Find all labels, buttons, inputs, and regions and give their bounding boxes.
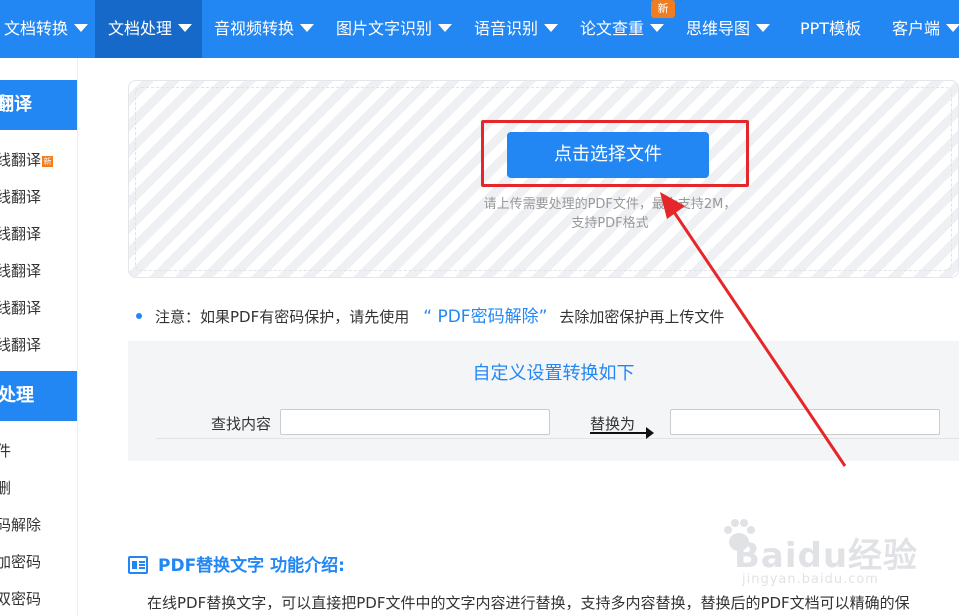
nav-item-doc-convert[interactable]: 文档转换	[4, 0, 89, 58]
top-navigation: 文档转换 文档处理 音视频转换 图片文字识别 语音识别 论文查重 新 思维导图 …	[0, 0, 959, 58]
chevron-down-icon	[74, 24, 89, 32]
password-notice: 注意：如果PDF有密码保护，请先使用 “ PDF密码解除” 去除加密保护再上传文件	[136, 302, 724, 327]
sidebar-item[interactable]: 码解除	[0, 514, 41, 535]
sidebar-item[interactable]: 件	[0, 440, 11, 461]
sidebar: 翻译 线翻译新 线翻译 线翻译 线翻译 线翻译 线翻译 处理 件 删 码解除 加…	[0, 58, 78, 616]
replace-label: 替换为	[590, 415, 636, 433]
replace-input[interactable]	[670, 409, 940, 435]
sidebar-item[interactable]: 线翻译	[0, 334, 41, 355]
baidu-jingyan-watermark: Baidu经验 jingyan.baidu.com	[722, 516, 922, 606]
find-label: 查找内容	[211, 415, 272, 433]
bullet-icon	[136, 313, 142, 319]
sidebar-item[interactable]: 删	[0, 477, 11, 498]
chevron-down-icon	[756, 24, 771, 32]
sidebar-item[interactable]: 线翻译	[0, 260, 41, 281]
sidebar-item[interactable]: 线翻译	[0, 186, 41, 207]
divider	[156, 438, 959, 439]
sidebar-item[interactable]: 双密码	[0, 588, 41, 609]
chevron-down-icon	[650, 24, 665, 32]
highlight-box	[481, 120, 749, 187]
nav-item-label: 思维导图	[686, 19, 751, 38]
watermark-logo-text: Baidu经验	[734, 536, 919, 576]
settings-title: 自定义设置转换如下	[472, 363, 635, 384]
nav-item-ppt[interactable]: PPT模板	[800, 0, 861, 58]
upload-hint: 请上传需要处理的PDF文件，最大支持2M， 支持PDF格式	[450, 195, 770, 233]
nav-item-label: 论文查重	[580, 19, 645, 38]
nav-item-label: 文档处理	[108, 19, 173, 38]
custom-settings-panel: 自定义设置转换如下 查找内容 替换为	[128, 341, 959, 461]
notice-prefix: 注意：如果PDF有密码保护，请先使用	[155, 308, 410, 326]
nav-item-label: 图片文字识别	[336, 19, 433, 38]
sidebar-item[interactable]: 线翻译	[0, 223, 41, 244]
chevron-down-icon	[300, 24, 315, 32]
nav-item-av-convert[interactable]: 音视频转换	[214, 0, 315, 58]
notice-suffix: 去除加密保护再上传文件	[559, 308, 725, 326]
sidebar-item-label: 线翻译	[0, 151, 42, 169]
nav-item-label: 客户端	[892, 19, 941, 38]
nav-item-mindmap[interactable]: 思维导图	[686, 0, 771, 58]
nav-item-ocr[interactable]: 图片文字识别	[336, 0, 453, 58]
find-input[interactable]	[280, 409, 550, 435]
nav-item-label: PPT模板	[800, 19, 862, 38]
feature-intro-title-text: PDF替换文字 功能介绍:	[158, 556, 345, 576]
chevron-down-icon	[438, 24, 453, 32]
document-icon	[128, 556, 148, 574]
annotation-arrow-head	[646, 427, 654, 439]
nav-item-label: 音视频转换	[214, 19, 295, 38]
nav-item-label: 文档转换	[4, 19, 69, 38]
sidebar-item[interactable]: 线翻译新	[0, 149, 54, 170]
feature-intro-title: PDF替换文字 功能介绍:	[128, 551, 345, 576]
sidebar-item[interactable]: 线翻译	[0, 297, 41, 318]
upload-hint-line: 请上传需要处理的PDF文件，最大支持2M，	[483, 197, 737, 212]
sidebar-item[interactable]: 加密码	[0, 551, 41, 572]
chevron-down-icon	[946, 24, 959, 32]
chevron-down-icon	[178, 24, 193, 32]
upload-hint-line: 支持PDF格式	[571, 216, 649, 231]
nav-item-client[interactable]: 客户端	[892, 0, 959, 58]
watermark-url: jingyan.baidu.com	[742, 572, 879, 587]
chevron-down-icon	[544, 24, 559, 32]
nav-item-speech[interactable]: 语音识别	[474, 0, 559, 58]
hot-badge: 新	[42, 156, 54, 167]
nav-item-doc-process[interactable]: 文档处理	[95, 0, 202, 58]
nav-item-label: 语音识别	[474, 19, 539, 38]
pdf-password-removal-link[interactable]: “ PDF密码解除”	[423, 307, 547, 327]
new-badge: 新	[651, 0, 675, 18]
sidebar-heading-translate: 翻译	[0, 80, 77, 130]
sidebar-heading-process: 处理	[0, 371, 77, 421]
annotation-arrow-line	[590, 432, 650, 434]
